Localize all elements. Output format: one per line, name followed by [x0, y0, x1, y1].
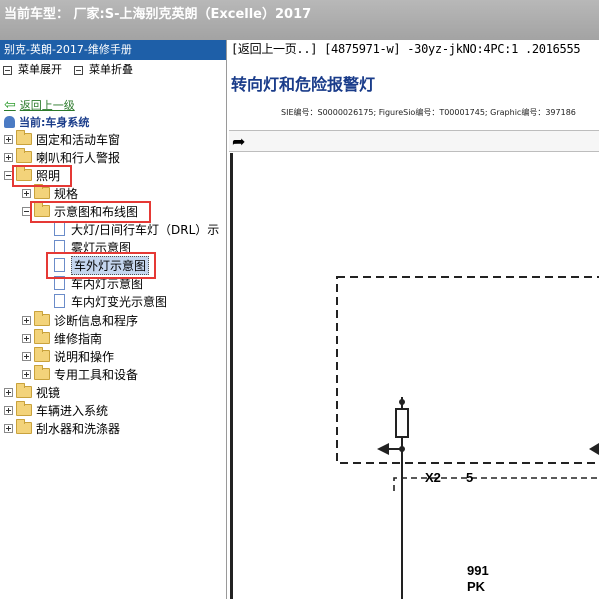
expand-icon[interactable] [22, 333, 31, 343]
expand-icon[interactable] [4, 387, 13, 397]
tree-item-label: 固定和活动车窗 [36, 132, 121, 147]
folder-icon [34, 347, 50, 362]
forward-arrow-icon[interactable]: ➦ [232, 132, 245, 151]
folder-icon [16, 130, 32, 145]
tree-item-vehicle-access[interactable]: 车辆进入系统 [4, 401, 108, 419]
expand-icon[interactable] [22, 369, 31, 379]
highlight-box-exterior-lamp [46, 252, 156, 279]
folder-icon [34, 329, 50, 344]
tree-item-label: 喇叭和行人警报 [36, 150, 121, 165]
tree-item-label: 刮水器和洗涤器 [36, 421, 121, 436]
document-path[interactable]: [返回上一页..] [4875971-w] -30yz-jkNO:4PC:1 .… [231, 40, 581, 56]
expand-icon[interactable] [4, 152, 13, 162]
tree-item-description[interactable]: 说明和操作 [22, 347, 114, 365]
window-title: 当前车型： 厂家:S-上海别克英朗（Excelle）2017 [4, 7, 312, 22]
left-arrow-icon [377, 443, 389, 455]
collapse-all-button[interactable]: 菜单折叠 [74, 60, 133, 80]
tree-item-label: 车内灯变光示意图 [71, 294, 168, 309]
tree-item-label: 视镜 [36, 385, 61, 400]
document-icon [54, 222, 65, 236]
tree-item-label: 专用工具和设备 [54, 367, 139, 382]
document-title: 转向灯和危险报警灯 [231, 75, 376, 94]
tree-item-label: 规格 [54, 186, 79, 201]
sie-info: SIE编号：S0000026175; FigureSio编号：T00001745… [281, 108, 576, 117]
back-arrow-icon: ⇦ [4, 97, 16, 113]
tree-item-label: 车辆进入系统 [36, 403, 109, 418]
current-system: 当前:车身系统 [4, 114, 89, 130]
expand-all-button[interactable]: 菜单展开 [3, 60, 62, 80]
folder-icon [16, 383, 32, 398]
folder-icon [34, 365, 50, 380]
tree-item-special-tools[interactable]: 专用工具和设备 [22, 365, 138, 383]
diagram-toolbar: ➦ [229, 130, 599, 152]
sidebar-menu-row: 菜单展开 菜单折叠 [0, 60, 226, 80]
folder-icon [16, 419, 32, 434]
right-edge-arrow-icon [589, 443, 599, 455]
folder-icon [34, 311, 50, 326]
collapse-all-icon [74, 65, 83, 75]
back-link-label: 返回上一级 [19, 99, 75, 112]
tree-item-diagnostics[interactable]: 诊断信息和程序 [22, 311, 138, 329]
document-icon [54, 294, 65, 308]
system-icon [4, 116, 15, 128]
tree-item-horn[interactable]: 喇叭和行人警报 [4, 148, 120, 166]
folder-icon [34, 184, 50, 199]
content-pane: [返回上一页..] [4875971-w] -30yz-jkNO:4PC:1 .… [229, 40, 599, 599]
fuse-icon [395, 408, 409, 438]
wiring-diagram: X2 5 991 PK [229, 153, 599, 599]
folder-icon [16, 148, 32, 163]
collapse-all-label: 菜单折叠 [89, 63, 133, 76]
component-box-dashed [336, 276, 599, 464]
back-link[interactable]: ⇦ 返回上一级 [4, 97, 75, 113]
tree-item-label: 说明和操作 [54, 349, 115, 364]
fuse-top-terminal [399, 399, 405, 405]
tree-item-repair-guide[interactable]: 维修指南 [22, 329, 102, 347]
current-system-label: 当前:车身系统 [19, 116, 90, 129]
folder-icon [16, 401, 32, 416]
tree-item-label: 诊断信息和程序 [54, 313, 139, 328]
tree-item-windows[interactable]: 固定和活动车窗 [4, 130, 120, 148]
circuit-number-label: 991 [467, 563, 489, 578]
highlight-box-schematics [30, 201, 151, 223]
tree-item-wipers[interactable]: 刮水器和洗涤器 [4, 419, 120, 437]
highlight-box-lighting [12, 165, 72, 187]
wire-color-label: PK [467, 579, 486, 594]
expand-icon[interactable] [4, 405, 13, 415]
tree-item-label: 大灯/日间行车灯（DRL）示 [71, 222, 220, 237]
expand-all-label: 菜单展开 [18, 63, 62, 76]
expand-all-icon [3, 65, 12, 75]
window-title-bar: 当前车型： 厂家:S-上海别克英朗（Excelle）2017 [0, 0, 599, 40]
expand-icon[interactable] [4, 423, 13, 433]
tree-item-interior-dimming[interactable]: 车内灯变光示意图 [52, 292, 167, 310]
diagram-left-border [230, 153, 233, 599]
connector-label: X2 [425, 470, 441, 485]
tree-item-label: 维修指南 [54, 331, 103, 346]
sidebar-header: 别克-英朗-2017-维修手册 [0, 40, 226, 60]
expand-icon[interactable] [22, 351, 31, 361]
expand-icon[interactable] [22, 315, 31, 325]
expand-icon[interactable] [4, 134, 13, 144]
pin-label: 5 [466, 470, 474, 485]
expand-icon[interactable] [22, 188, 31, 198]
tree-item-mirrors[interactable]: 视镜 [4, 383, 60, 401]
sidebar: 别克-英朗-2017-维修手册 菜单展开 菜单折叠 ⇦ 返回上一级 当前:车身系… [0, 40, 227, 599]
wiring-diagram-svg [230, 153, 599, 599]
